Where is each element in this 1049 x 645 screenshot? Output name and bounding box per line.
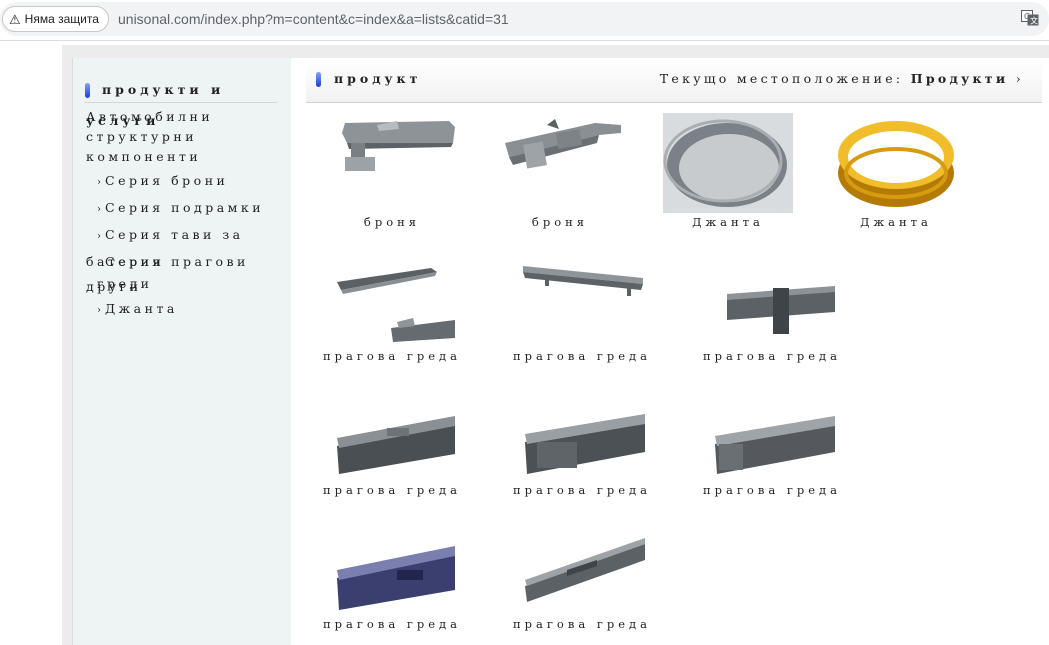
- breadcrumb: Текущо местоположение: Продукти ›: [660, 71, 1024, 86]
- sidebar: продукти и услуги Автомобилни структурни…: [72, 58, 292, 645]
- svg-text:文: 文: [1030, 16, 1038, 26]
- sidebar-title: продукти и: [102, 82, 225, 97]
- chevron-right-icon: ›: [97, 258, 101, 269]
- product-image-sill-beam-5[interactable]: [517, 382, 647, 482]
- security-label: Няма защита: [24, 12, 99, 26]
- sidebar-item-bumpers[interactable]: › Серия брони: [97, 173, 228, 188]
- product-caption[interactable]: прагова греда: [312, 617, 472, 631]
- chevron-right-icon: ›: [97, 177, 101, 188]
- breadcrumb-prefix: Текущо местоположение:: [659, 71, 904, 86]
- product-caption[interactable]: прагова греда: [502, 617, 662, 631]
- warning-icon: ⚠: [9, 11, 21, 27]
- product-caption[interactable]: прагова греда: [692, 349, 852, 363]
- chevron-right-icon: ›: [97, 305, 101, 316]
- breadcrumb-current[interactable]: Продукти: [911, 71, 1009, 86]
- breadcrumb-separator: ›: [1015, 71, 1024, 86]
- product-caption[interactable]: броня: [312, 215, 472, 229]
- product-image-bumper-2[interactable]: [495, 113, 625, 213]
- product-image-sill-beam-2[interactable]: [517, 248, 647, 348]
- product-image-bumper-1[interactable]: [327, 113, 457, 213]
- product-image-rim-gold[interactable]: [831, 113, 961, 213]
- main-header: продукт Текущо местоположение: Продукти …: [306, 58, 1042, 103]
- sidebar-item-subframes[interactable]: › Серия подрамки: [97, 200, 264, 215]
- product-image-sill-beam-3[interactable]: [707, 248, 837, 348]
- product-caption[interactable]: прагова греда: [502, 349, 662, 363]
- product-caption[interactable]: прагова греда: [502, 483, 662, 497]
- product-image-sill-beam-7[interactable]: [327, 516, 457, 616]
- category-link-line3[interactable]: компоненти: [86, 149, 201, 164]
- sidebar-item-sill-beams[interactable]: ›Серия прагови: [97, 254, 249, 269]
- page-title: продукт: [334, 71, 422, 86]
- product-caption[interactable]: прагова греда: [312, 349, 472, 363]
- product-caption[interactable]: Джанта: [816, 215, 976, 229]
- product-image-rim-gray[interactable]: [663, 113, 793, 213]
- sidebar-item-battery-trays[interactable]: › Серия тави за: [97, 227, 244, 242]
- main-content: продукт Текущо местоположение: Продукти …: [291, 58, 1049, 645]
- product-caption[interactable]: прагова греда: [692, 483, 852, 497]
- category-link-line1[interactable]: Автомобилни: [86, 109, 213, 124]
- security-chip[interactable]: ⚠ Няма защита: [2, 6, 109, 32]
- chevron-right-icon: ›: [97, 204, 101, 215]
- product-caption[interactable]: броня: [480, 215, 640, 229]
- url-text[interactable]: unisonal.com/index.php?m=content&c=index…: [118, 11, 509, 27]
- translate-icon[interactable]: G 文: [1021, 10, 1039, 26]
- product-image-sill-beam-6[interactable]: [707, 382, 837, 482]
- product-image-sill-beam-4[interactable]: [327, 382, 457, 482]
- product-image-sill-beam-8[interactable]: [517, 516, 647, 616]
- browser-address-bar: ⚠ Няма защита unisonal.com/index.php?m=c…: [0, 0, 1049, 41]
- chevron-right-icon: ›: [97, 231, 101, 242]
- product-caption[interactable]: Джанта: [648, 215, 808, 229]
- bullet-icon: [85, 83, 90, 98]
- category-link-line2[interactable]: структурни: [86, 129, 197, 144]
- sidebar-header: продукти и: [85, 70, 277, 103]
- product-caption[interactable]: прагова греда: [312, 483, 472, 497]
- bullet-icon: [316, 72, 321, 87]
- sidebar-item-rim[interactable]: › Джанта: [97, 301, 178, 316]
- product-image-sill-beam-1[interactable]: [327, 248, 457, 348]
- category-link-other[interactable]: други: [86, 279, 141, 294]
